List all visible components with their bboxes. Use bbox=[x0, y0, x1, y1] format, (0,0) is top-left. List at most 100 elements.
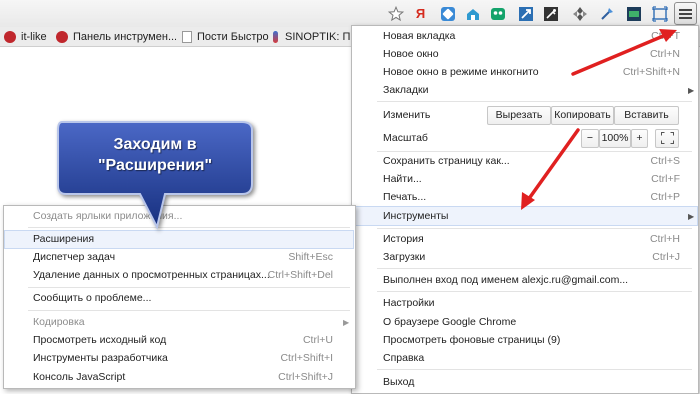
menu-separator bbox=[377, 369, 692, 370]
menu-item-shortcut: Ctrl+Shift+Del bbox=[267, 269, 333, 281]
window-icon[interactable] bbox=[650, 4, 669, 23]
menu-item-shortcut: Ctrl+N bbox=[649, 48, 680, 60]
menu-separator bbox=[377, 101, 692, 102]
extension-icon[interactable] bbox=[463, 4, 482, 23]
extension-icon[interactable] bbox=[597, 4, 616, 23]
paste-button[interactable]: Вставить bbox=[614, 106, 679, 125]
menu-item-label: Справка bbox=[383, 352, 425, 364]
menu-item-save-page[interactable]: Сохранить страницу как... Ctrl+S bbox=[383, 152, 680, 170]
menu-item-settings[interactable]: Настройки bbox=[383, 294, 680, 312]
bookmark-item[interactable]: Панель инструмен... bbox=[56, 30, 176, 44]
submenu-item-view-source[interactable]: Просмотреть исходный код Ctrl+U bbox=[33, 331, 333, 349]
menu-item-label: Диспетчер задач bbox=[33, 251, 116, 263]
menu-item-label: Закладки bbox=[383, 84, 429, 96]
menu-item-label: Консоль JavaScript bbox=[33, 371, 126, 383]
callout-text: Заходим в "Расширения" bbox=[60, 134, 250, 176]
menu-item-shortcut: Ctrl+H bbox=[649, 233, 680, 245]
submenu-arrow-icon: ▶ bbox=[688, 212, 695, 221]
callout-line: Заходим в bbox=[113, 136, 197, 153]
menu-item-shortcut: Ctrl+F bbox=[651, 173, 680, 185]
callout-line: "Расширения" bbox=[97, 157, 213, 174]
menu-item-help[interactable]: Справка bbox=[383, 349, 680, 367]
copy-button[interactable]: Копировать bbox=[551, 106, 614, 125]
menu-item-label: Новое окно в режиме инкогнито bbox=[383, 66, 539, 78]
menu-item-downloads[interactable]: Загрузки Ctrl+J bbox=[383, 248, 680, 266]
menu-item-label: Настройки bbox=[383, 297, 435, 309]
extension-icon[interactable] bbox=[438, 4, 457, 23]
submenu-item-create-shortcuts[interactable]: Создать ярлыки приложения... bbox=[33, 207, 333, 225]
menu-item-label: Изменить bbox=[383, 109, 431, 121]
menu-item-label: Удаление данных о просмотренных страница… bbox=[33, 269, 270, 281]
menu-item-new-tab[interactable]: Новая вкладка Ctrl+T bbox=[383, 27, 680, 45]
yandex-icon[interactable]: Я bbox=[411, 4, 430, 23]
cut-button[interactable]: Вырезать bbox=[487, 106, 551, 125]
zoom-out-button[interactable]: − bbox=[581, 129, 599, 148]
submenu-item-extensions[interactable]: Расширения bbox=[33, 230, 333, 248]
menu-item-tools[interactable]: Инструменты bbox=[383, 207, 680, 225]
menu-item-shortcut: Ctrl+T bbox=[651, 30, 680, 42]
menu-item-shortcut: Shift+Esc bbox=[288, 251, 333, 263]
submenu-item-js-console[interactable]: Консоль JavaScript Ctrl+Shift+J bbox=[33, 368, 333, 386]
menu-item-bookmarks[interactable]: Закладки bbox=[383, 81, 680, 99]
submenu-item-clear-data[interactable]: Удаление данных о просмотренных страница… bbox=[33, 266, 333, 284]
menu-item-history[interactable]: История Ctrl+H bbox=[383, 230, 680, 248]
menu-item-background-pages[interactable]: Просмотреть фоновые страницы (9) bbox=[383, 331, 680, 349]
menu-separator bbox=[28, 287, 350, 288]
extension-icon[interactable] bbox=[624, 4, 643, 23]
menu-separator bbox=[28, 310, 350, 311]
submenu-item-encoding[interactable]: Кодировка bbox=[33, 313, 333, 331]
submenu-arrow-icon: ▶ bbox=[688, 86, 695, 95]
thermometer-icon bbox=[273, 31, 278, 43]
menu-item-label: Создать ярлыки приложения... bbox=[33, 210, 183, 222]
menu-item-find[interactable]: Найти... Ctrl+F bbox=[383, 170, 680, 188]
bookmark-label: it-like bbox=[21, 31, 47, 43]
menu-item-about[interactable]: О браузере Google Chrome bbox=[383, 313, 680, 331]
menu-item-label: Новое окно bbox=[383, 48, 439, 60]
menu-item-zoom: Масштаб bbox=[383, 129, 483, 147]
zoom-in-button[interactable]: + bbox=[631, 129, 648, 148]
bookmark-item[interactable]: SINOPTIK: По bbox=[273, 30, 350, 44]
zoom-level: 100% bbox=[599, 129, 631, 148]
menu-item-label: История bbox=[383, 233, 424, 245]
menu-item-label: Масштаб bbox=[383, 132, 428, 144]
menu-item-shortcut: Ctrl+Shift+I bbox=[280, 352, 333, 364]
bookmark-favicon-icon bbox=[4, 31, 16, 43]
extension-icon[interactable] bbox=[570, 4, 589, 23]
submenu-item-report-issue[interactable]: Сообщить о проблеме... bbox=[33, 289, 333, 307]
menu-separator bbox=[377, 291, 692, 292]
menu-item-label: Сохранить страницу как... bbox=[383, 155, 510, 167]
submenu-item-task-manager[interactable]: Диспетчер задач Shift+Esc bbox=[33, 248, 333, 266]
yandex-letter: Я bbox=[415, 6, 426, 21]
menu-item-exit[interactable]: Выход bbox=[383, 373, 680, 391]
menu-item-new-window[interactable]: Новое окно Ctrl+N bbox=[383, 45, 680, 63]
menu-item-label: Кодировка bbox=[33, 316, 85, 328]
menu-item-label: Расширения bbox=[33, 233, 95, 245]
menu-item-shortcut: Ctrl+P bbox=[650, 191, 680, 203]
hamburger-menu-icon bbox=[679, 8, 692, 19]
bookmark-item[interactable]: it-like bbox=[4, 30, 64, 44]
star-icon[interactable] bbox=[386, 4, 405, 23]
chrome-menu-button[interactable] bbox=[674, 2, 697, 25]
menu-item-print[interactable]: Печать... Ctrl+P bbox=[383, 188, 680, 206]
menu-item-shortcut: Ctrl+Shift+J bbox=[278, 371, 333, 383]
menu-item-shortcut: Ctrl+J bbox=[652, 251, 680, 263]
bookmark-item[interactable]: Пости Быстро bbox=[182, 30, 272, 44]
bookmark-label: SINOPTIK: По bbox=[285, 31, 350, 43]
menu-item-incognito[interactable]: Новое окно в режиме инкогнито Ctrl+Shift… bbox=[383, 63, 680, 81]
extension-icon[interactable] bbox=[541, 4, 560, 23]
fullscreen-button[interactable] bbox=[655, 129, 679, 148]
fullscreen-icon bbox=[660, 132, 674, 144]
menu-item-label: Просмотреть исходный код bbox=[33, 334, 167, 346]
extension-icon[interactable] bbox=[516, 4, 535, 23]
submenu-item-dev-tools[interactable]: Инструменты разработчика Ctrl+Shift+I bbox=[33, 349, 333, 367]
menu-item-label: Найти... bbox=[383, 173, 422, 185]
bookmark-label: Панель инструмен... bbox=[73, 31, 176, 43]
menu-item-shortcut: Ctrl+Shift+N bbox=[622, 66, 680, 78]
menu-separator bbox=[28, 227, 350, 228]
extension-icon[interactable] bbox=[488, 4, 507, 23]
menu-item-shortcut: Ctrl+S bbox=[650, 155, 680, 167]
menu-item-label: Загрузки bbox=[383, 251, 426, 263]
menu-item-signed-in[interactable]: Выполнен вход под именем alexjc.ru@gmail… bbox=[383, 271, 680, 289]
page-icon bbox=[182, 31, 192, 43]
bookmark-label: Пости Быстро bbox=[197, 31, 269, 43]
